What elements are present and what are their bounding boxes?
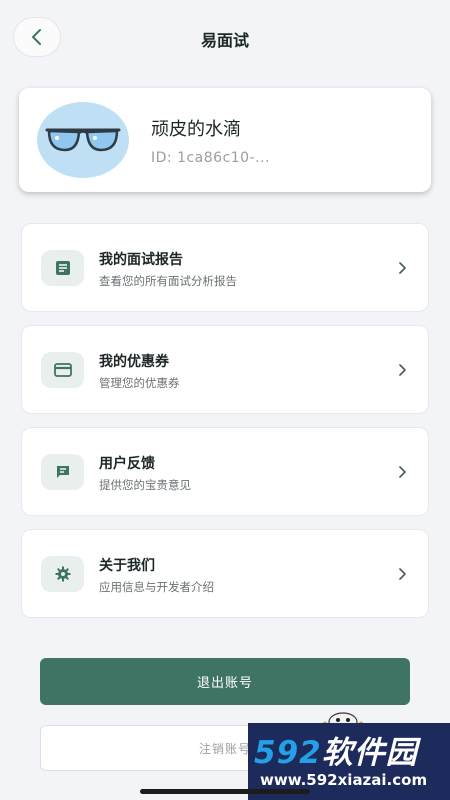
profile-name: 顽皮的水滴 (151, 119, 241, 140)
menu-item-title: 我的面试报告 (99, 252, 183, 268)
watermark-url: www.592xiazai.com (260, 771, 428, 789)
watermark-brand-number: 592 (254, 735, 322, 771)
menu-item-interview-reports[interactable]: 我的面试报告 查看您的所有面试分析报告 (21, 223, 429, 312)
menu-item-subtitle: 提供您的宝贵意见 (99, 478, 191, 492)
profile-card[interactable]: 顽皮的水滴 ID: 1ca86c10-... (19, 88, 431, 192)
menu-item-feedback[interactable]: 用户反馈 提供您的宝贵意见 (21, 427, 429, 516)
sunglasses-avatar-icon (45, 128, 121, 152)
watermark-brand: 592软件园 (254, 727, 418, 772)
gear-icon (41, 556, 84, 592)
chevron-right-icon (399, 466, 406, 478)
menu-item-coupons[interactable]: 我的优惠券 管理您的优惠券 (21, 325, 429, 414)
report-icon (41, 250, 84, 286)
menu-item-title: 我的优惠券 (99, 354, 169, 370)
menu-item-subtitle: 管理您的优惠券 (99, 376, 180, 390)
menu-item-title: 关于我们 (99, 558, 155, 574)
menu-item-title: 用户反馈 (99, 456, 155, 472)
menu-item-subtitle: 应用信息与开发者介绍 (99, 580, 214, 594)
coupon-card-icon (41, 352, 84, 388)
page-title: 易面试 (200, 31, 249, 50)
menu-item-subtitle: 查看您的所有面试分析报告 (99, 274, 237, 288)
chevron-right-icon (399, 262, 406, 274)
top-bar: 易面试 (0, 0, 450, 78)
logout-button[interactable]: 退出账号 (40, 658, 410, 705)
avatar (37, 102, 129, 178)
chevron-right-icon (399, 568, 406, 580)
feedback-chat-icon (41, 454, 84, 490)
home-indicator (140, 789, 310, 794)
menu-item-about-us[interactable]: 关于我们 应用信息与开发者介绍 (21, 529, 429, 618)
watermark-brand-text: 软件园 (321, 735, 418, 771)
chevron-right-icon (399, 364, 406, 376)
profile-id: ID: 1ca86c10-... (151, 150, 270, 166)
